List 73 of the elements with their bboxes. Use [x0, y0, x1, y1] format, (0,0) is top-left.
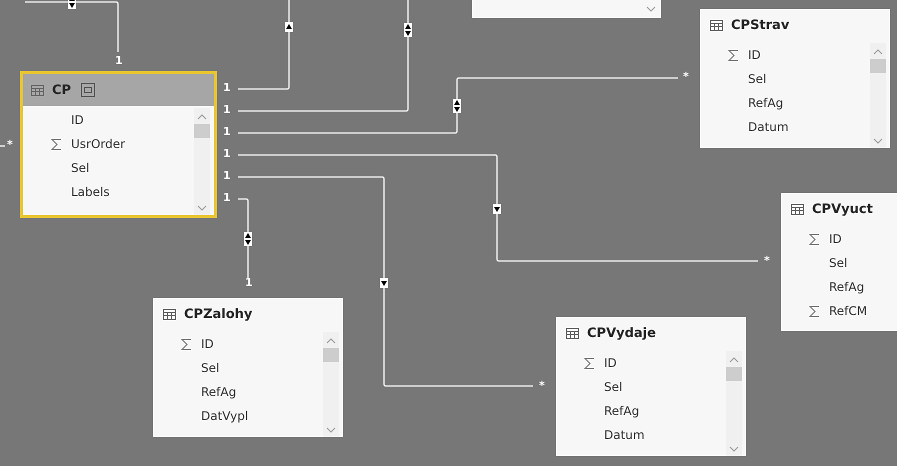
table-icon	[31, 84, 44, 96]
filter-direction-icon	[404, 23, 412, 37]
field-name: DatVypl	[201, 409, 248, 423]
table-card[interactable]: CPZalohy ID Sel RefAg DatVypl	[153, 298, 343, 437]
field-name: Datum	[604, 428, 645, 442]
table-name: CPStrav	[731, 18, 790, 32]
scrollbar[interactable]	[323, 332, 339, 437]
table-name: CPZalohy	[184, 306, 252, 322]
field-name: RefAg	[829, 280, 864, 294]
table-name: CPVyuct	[812, 202, 873, 216]
filter-direction-icon	[244, 232, 252, 246]
table-name: CP	[52, 82, 72, 98]
scrollbar-thumb[interactable]	[194, 124, 210, 138]
field-name: ID	[71, 113, 84, 127]
cardinality-label: *	[539, 379, 545, 393]
field-name: Sel	[71, 161, 90, 175]
chevron-down-icon[interactable]	[326, 427, 336, 433]
cardinality-label: 1	[223, 125, 231, 139]
cardinality-label: *	[764, 254, 770, 268]
cardinality-label: 1	[245, 276, 253, 290]
field-name: Sel	[829, 256, 848, 270]
filter-direction-icon	[68, 0, 76, 9]
scrollbar-thumb[interactable]	[323, 348, 339, 362]
scrollbar[interactable]	[870, 43, 886, 148]
field-name: Labels	[71, 185, 110, 199]
field-name: RefCM	[829, 304, 868, 318]
table-card[interactable]: CPStrav ID Sel RefAg Datum	[700, 9, 890, 148]
field-name: UsrOrder	[71, 137, 126, 151]
field-name: RefAg	[748, 96, 784, 110]
cardinality-label: 1	[223, 191, 231, 205]
chevron-up-icon[interactable]	[197, 114, 207, 120]
field-name: Sel	[748, 72, 766, 86]
chevron-down-icon[interactable]	[873, 138, 883, 144]
field-name: RefAg	[604, 404, 640, 418]
field-name: Sel	[201, 361, 220, 375]
table-icon	[791, 204, 804, 214]
scrollbar-thumb[interactable]	[726, 367, 742, 381]
filter-direction-icon	[285, 22, 293, 32]
field-name: Sel	[604, 380, 622, 394]
chevron-up-icon[interactable]	[326, 338, 336, 344]
chevron-down-icon[interactable]	[729, 446, 739, 452]
field-name: ID	[201, 337, 214, 351]
table-card[interactable]: CP ID UsrOrder Sel Labels	[20, 71, 217, 218]
table-icon	[163, 308, 176, 320]
cardinality-label: 1	[223, 81, 231, 95]
cardinality-label: 1	[115, 54, 123, 68]
chevron-up-icon[interactable]	[729, 357, 739, 363]
field-name: Datum	[748, 120, 789, 134]
table-name: CPVydaje	[587, 326, 656, 340]
relationship-line	[0, 145, 5, 147]
field-name: ID	[748, 48, 761, 62]
scrollbar[interactable]	[726, 351, 742, 456]
cardinality-label: 1	[223, 169, 231, 183]
table-icon	[710, 20, 723, 30]
cardinality-label: 1	[223, 103, 231, 117]
cardinality-label: *	[683, 70, 689, 84]
filter-direction-icon	[453, 99, 461, 113]
filter-direction-icon	[493, 204, 501, 214]
cardinality-label: *	[7, 138, 13, 152]
scrollbar-thumb[interactable]	[870, 59, 886, 73]
table-card[interactable]: CPVydaje ID Sel RefAg Datum	[556, 317, 746, 456]
chevron-up-icon[interactable]	[873, 49, 883, 55]
field-name: RefAg	[201, 385, 236, 399]
cardinality-label: 1	[223, 147, 231, 161]
chevron-down-icon[interactable]	[197, 205, 207, 211]
field-name: ID	[829, 232, 842, 246]
filter-direction-icon	[380, 278, 388, 288]
field-name: ID	[604, 356, 617, 370]
chevron-down-icon[interactable]	[646, 6, 656, 12]
table-card[interactable]: CPVyuct ID Sel RefAg RefCM	[781, 193, 897, 331]
scrollbar[interactable]	[194, 108, 210, 215]
focus-mode-icon[interactable]	[81, 83, 96, 97]
table-icon	[566, 328, 579, 338]
